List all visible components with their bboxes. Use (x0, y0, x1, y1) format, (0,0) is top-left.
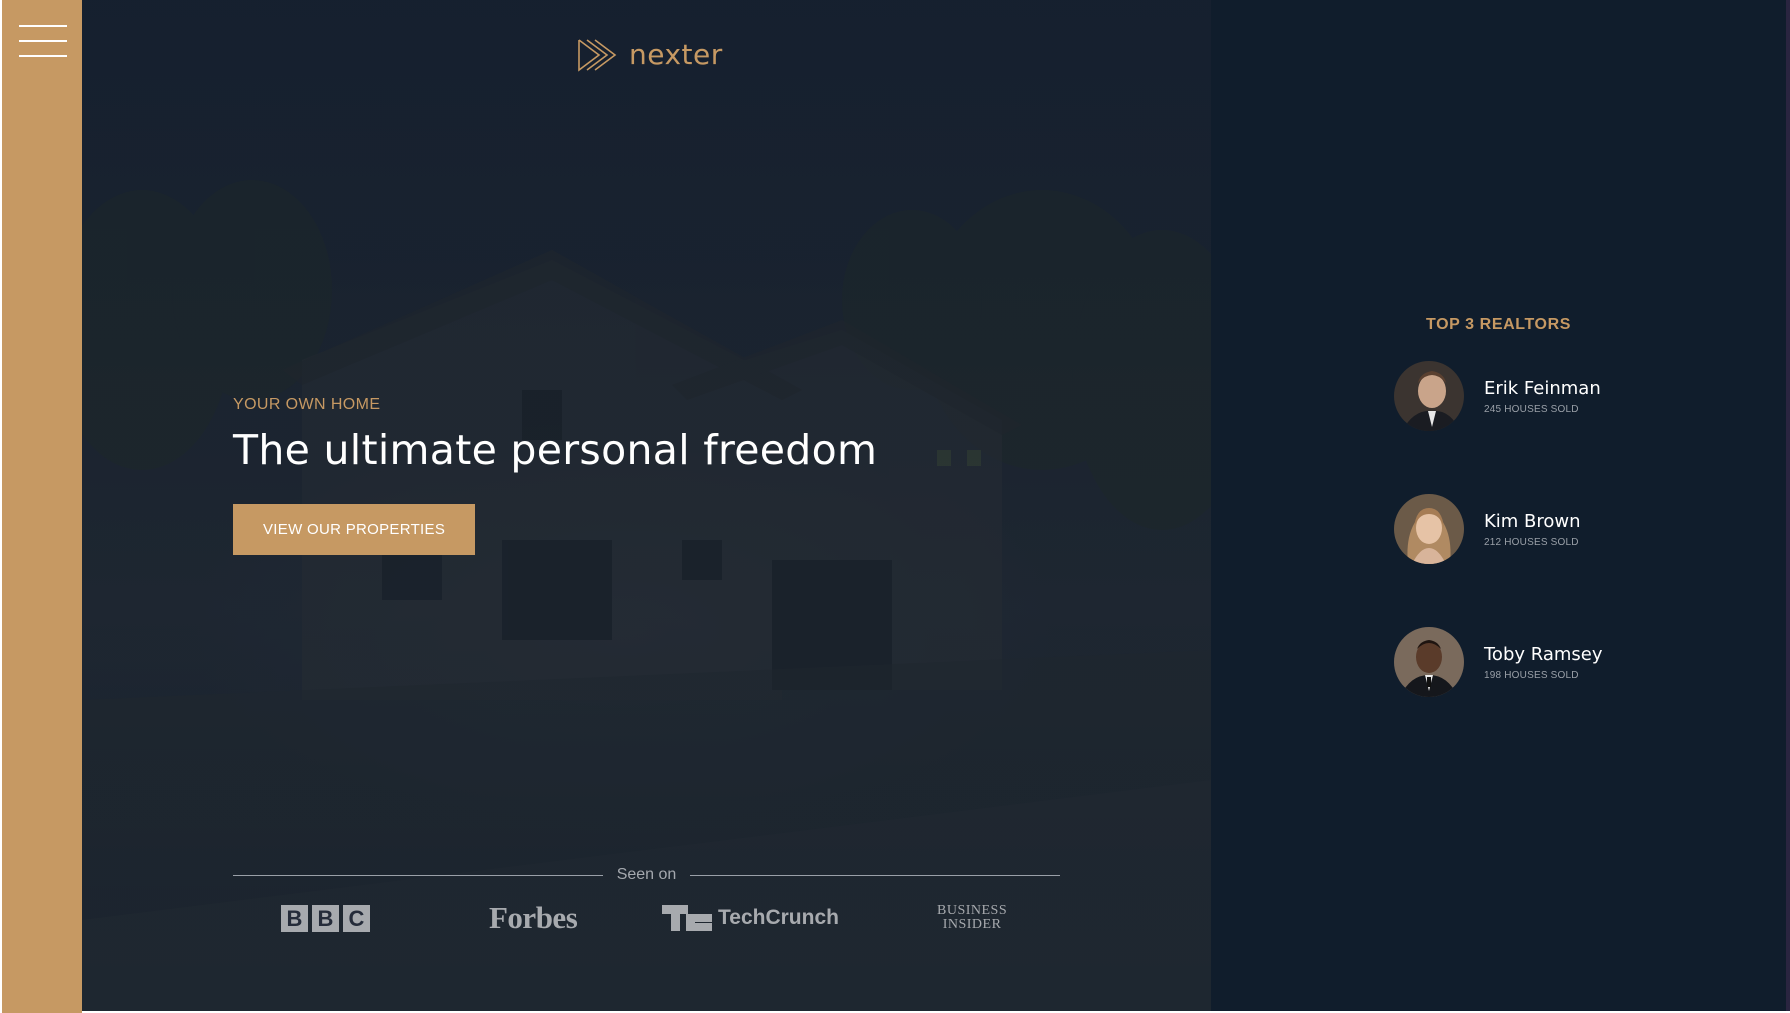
bbc-letter: B (281, 905, 308, 932)
business-insider-logo: BUSINESS INSIDER (937, 904, 1007, 932)
page-edge (1786, 0, 1790, 1013)
realtor-name: Kim Brown (1484, 510, 1581, 532)
bbc-letter: C (343, 905, 370, 932)
hero-header: nexter YOUR OWN HOME The ultimate person… (82, 0, 1211, 1011)
press-logos: B B C Forbes TechCrunch BUSINESS INSIDER (82, 900, 1211, 940)
nexter-logo[interactable]: nexter (577, 38, 723, 72)
hero-content: YOUR OWN HOME The ultimate personal free… (233, 396, 877, 555)
techcrunch-text: TechCrunch (718, 906, 839, 929)
logo-icon (578, 39, 617, 72)
business-insider-line: INSIDER (942, 917, 1002, 932)
realtor-name: Toby Ramsey (1484, 643, 1603, 665)
hero-heading: The ultimate personal freedom (233, 426, 878, 474)
divider-line (233, 874, 603, 876)
realtor-item[interactable]: Kim Brown 212 HOUSES SOLD (1394, 494, 1581, 564)
realtor-houses-sold: 212 HOUSES SOLD (1484, 536, 1579, 548)
menu-line (19, 40, 67, 42)
realtor-houses-sold: 198 HOUSES SOLD (1484, 669, 1579, 681)
realtors-panel: TOP 3 REALTORS Erik Feinman 245 HOUSES S… (1211, 0, 1786, 1011)
sidebar (2, 0, 82, 1013)
bbc-logo: B B C (281, 905, 370, 932)
logo-text: nexter (629, 38, 723, 71)
realtor-houses-sold: 245 HOUSES SOLD (1484, 403, 1579, 415)
avatar (1394, 627, 1464, 697)
techcrunch-icon (662, 905, 712, 931)
seen-on-label: Seen on (616, 866, 677, 883)
realtors-title: TOP 3 REALTORS (1425, 316, 1572, 333)
hero-subtitle: YOUR OWN HOME (233, 396, 381, 413)
divider-line (690, 874, 1061, 876)
realtor-name: Erik Feinman (1484, 377, 1601, 399)
seen-on-divider: Seen on (233, 866, 1061, 884)
realtor-item[interactable]: Toby Ramsey 198 HOUSES SOLD (1394, 627, 1603, 697)
realtor-info: Erik Feinman 245 HOUSES SOLD (1484, 378, 1601, 415)
techcrunch-logo: TechCrunch (662, 905, 839, 931)
bbc-letter: B (312, 905, 339, 932)
menu-line (19, 25, 67, 27)
realtor-info: Kim Brown 212 HOUSES SOLD (1484, 511, 1581, 548)
menu-line (19, 55, 67, 57)
business-insider-line: BUSINESS (937, 903, 1008, 918)
realtor-info: Toby Ramsey 198 HOUSES SOLD (1484, 644, 1603, 681)
realtor-item[interactable]: Erik Feinman 245 HOUSES SOLD (1394, 361, 1601, 431)
avatar (1394, 494, 1464, 564)
forbes-logo: Forbes (489, 900, 578, 935)
view-properties-button[interactable]: VIEW OUR PROPERTIES (233, 504, 476, 555)
hamburger-menu-icon[interactable] (19, 22, 67, 60)
avatar (1394, 361, 1464, 431)
